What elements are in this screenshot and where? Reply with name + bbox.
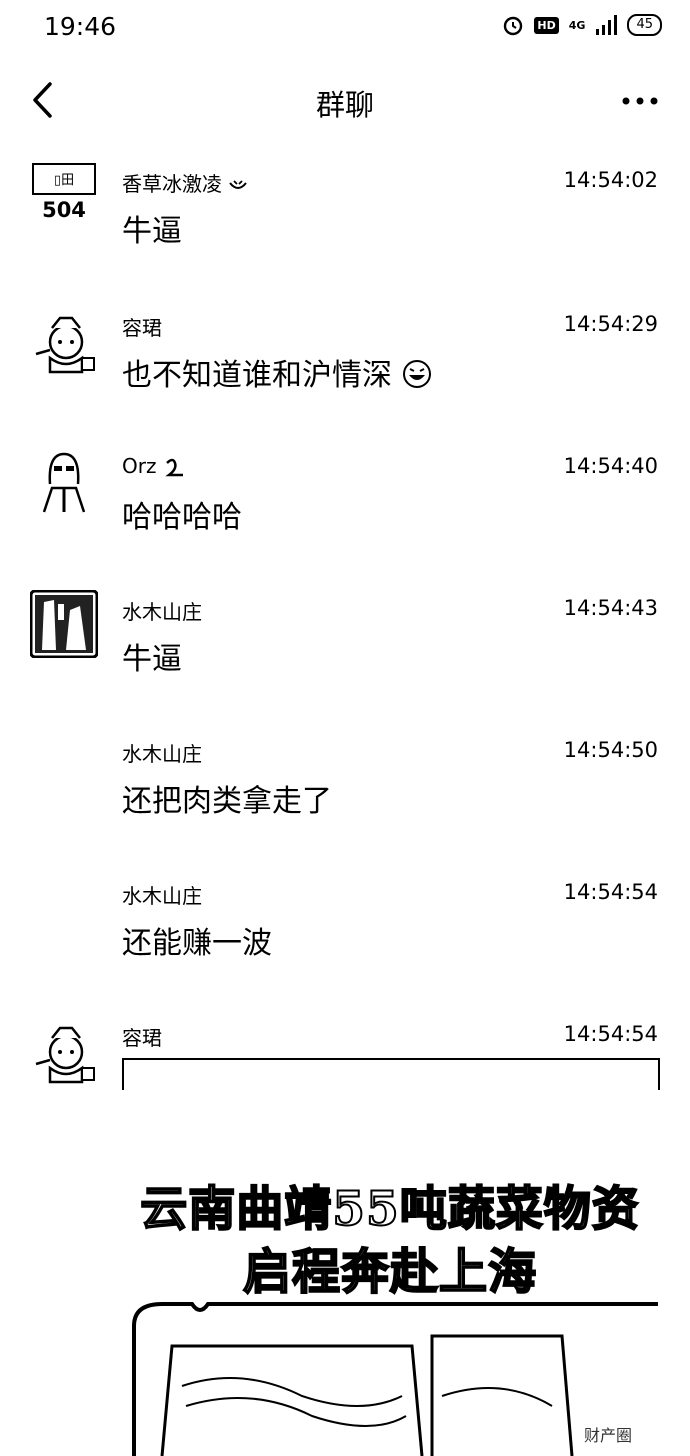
message-time: 14:54:43 bbox=[563, 596, 658, 620]
shared-card[interactable] bbox=[122, 1058, 660, 1090]
sender-name: Orz bbox=[122, 454, 187, 479]
signal-icon bbox=[596, 15, 618, 35]
message-time: 14:54:54 bbox=[563, 1022, 658, 1046]
avatar[interactable] bbox=[29, 589, 99, 659]
status-icons: HD 4G 45 bbox=[502, 14, 662, 36]
message-text[interactable]: 也不知道谁和沪情深 bbox=[122, 350, 432, 394]
battery-icon: 45 bbox=[627, 14, 662, 36]
message-text[interactable]: 牛逼 bbox=[122, 206, 182, 250]
message-time: 14:54:50 bbox=[563, 738, 658, 762]
watermark: 财产圈 bbox=[583, 1426, 632, 1445]
video-title-line2: 启程奔赴上海 bbox=[242, 1243, 537, 1301]
hd-icon: HD bbox=[534, 16, 559, 34]
photo-avatar-icon bbox=[29, 589, 99, 659]
message-text[interactable]: 牛逼 bbox=[122, 634, 182, 678]
more-button[interactable] bbox=[620, 86, 660, 116]
swan-emoji-icon bbox=[165, 458, 183, 476]
laughing-emoji-icon bbox=[402, 360, 431, 388]
more-icon bbox=[622, 97, 658, 105]
avatar[interactable] bbox=[30, 1022, 98, 1090]
cartoon-cat-avatar-icon bbox=[35, 1026, 95, 1084]
sender-name: 水木山庄 bbox=[122, 884, 202, 908]
status-bar: 19:46 HD 4G 45 bbox=[0, 0, 690, 56]
message-time: 14:54:54 bbox=[563, 880, 658, 904]
avatar[interactable] bbox=[30, 312, 98, 380]
message-time: 14:54:40 bbox=[563, 454, 658, 478]
sender-name: 水木山庄 bbox=[122, 742, 202, 766]
message-text[interactable]: 还把肉类拿走了 bbox=[122, 776, 332, 820]
emoji-icon bbox=[229, 179, 248, 189]
status-time: 19:46 bbox=[44, 12, 117, 41]
page-title: 群聊 bbox=[315, 88, 374, 122]
sender-name: 香草冰激凌 bbox=[122, 168, 248, 197]
avatar-text: 504 bbox=[42, 198, 86, 222]
svg-text:▯田: ▯田 bbox=[54, 173, 74, 188]
sender-name: 容珺 bbox=[122, 316, 162, 340]
video-title-line1: 云南曲靖55吨蔬菜物资 bbox=[139, 1181, 640, 1238]
message-text[interactable]: 还能赚一波 bbox=[122, 918, 272, 962]
sender-name: 容珺 bbox=[122, 1026, 162, 1050]
message-text[interactable]: 哈哈哈哈 bbox=[122, 492, 242, 536]
video-frame-image bbox=[132, 1302, 658, 1456]
nav-bar: 群聊 bbox=[0, 60, 690, 142]
video-preview[interactable]: 云南曲靖55吨蔬菜物资 启程奔赴上海 财产圈 bbox=[122, 1160, 658, 1456]
avatar[interactable]: ▯田 504 bbox=[30, 162, 98, 230]
sender-name: 水木山庄 bbox=[122, 600, 202, 624]
cartoon-cat-avatar-icon bbox=[35, 316, 95, 374]
card-504-avatar-icon: ▯田 504 bbox=[32, 163, 96, 222]
message-time: 14:54:02 bbox=[563, 168, 658, 192]
sunglasses-girl-avatar-icon bbox=[42, 452, 86, 513]
message-time: 14:54:29 bbox=[563, 312, 658, 336]
alarm-icon bbox=[504, 16, 523, 36]
network-label: 4G bbox=[568, 18, 586, 32]
avatar[interactable] bbox=[30, 448, 98, 516]
